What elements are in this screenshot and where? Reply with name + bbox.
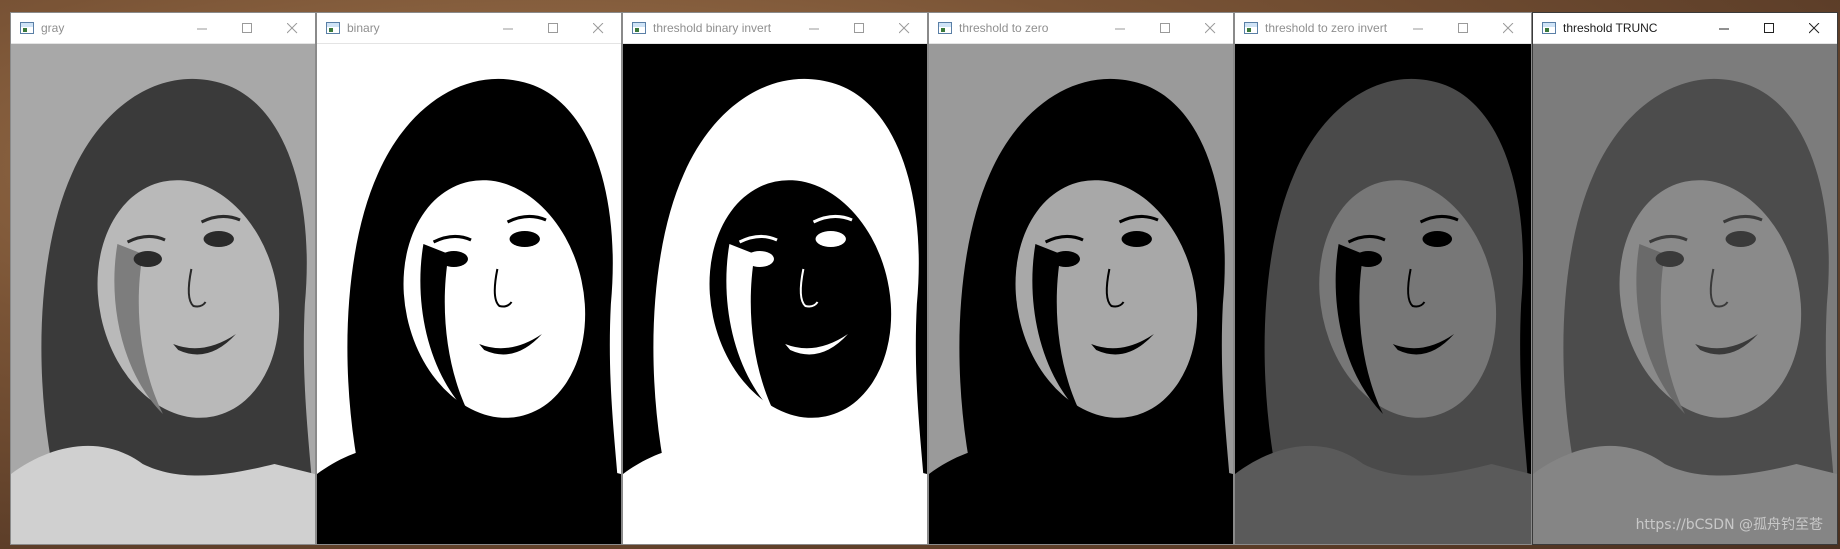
image-display: [1533, 44, 1837, 544]
left-eye: [1354, 251, 1383, 267]
app-icon: [1542, 22, 1556, 34]
right-eye: [509, 231, 540, 247]
image-display: [929, 44, 1233, 544]
desktop: gray binary threshold binary invert thre…: [0, 0, 1840, 549]
maximize-icon[interactable]: [1441, 13, 1486, 44]
app-icon: [938, 22, 952, 34]
window-trunc[interactable]: threshold TRUNC https://bCSDN @孤舟钓至苍: [1532, 12, 1838, 545]
minimize-icon[interactable]: [1702, 13, 1747, 44]
right-eye: [1422, 231, 1453, 247]
title-bar[interactable]: threshold binary invert: [623, 13, 927, 44]
close-icon[interactable]: [576, 13, 621, 44]
right-eye: [1121, 231, 1152, 247]
window-title: threshold binary invert: [653, 21, 772, 35]
minimize-icon[interactable]: [792, 13, 837, 44]
maximize-icon[interactable]: [1143, 13, 1188, 44]
portrait-image: [623, 44, 927, 544]
left-eye: [1655, 251, 1684, 267]
title-bar[interactable]: gray: [11, 13, 315, 44]
close-icon[interactable]: [1486, 13, 1531, 44]
window-title: gray: [41, 21, 65, 35]
window-title: binary: [347, 21, 380, 35]
image-display: [623, 44, 927, 544]
title-bar[interactable]: binary: [317, 13, 621, 44]
image-display: [317, 44, 621, 544]
app-icon: [326, 22, 340, 34]
left-eye: [1051, 251, 1080, 267]
maximize-icon[interactable]: [1747, 13, 1792, 44]
portrait-image: [317, 44, 621, 544]
portrait-image: [11, 44, 315, 544]
minimize-icon[interactable]: [486, 13, 531, 44]
image-display: [11, 44, 315, 544]
right-eye: [203, 231, 234, 247]
left-eye: [439, 251, 468, 267]
title-bar[interactable]: threshold to zero invert: [1235, 13, 1531, 44]
portrait-image: [1235, 44, 1531, 544]
left-eye: [133, 251, 162, 267]
window-to-zero[interactable]: threshold to zero: [928, 12, 1234, 545]
title-bar[interactable]: threshold TRUNC: [1533, 13, 1837, 44]
maximize-icon[interactable]: [837, 13, 882, 44]
window-binary[interactable]: binary: [316, 12, 622, 545]
close-icon[interactable]: [270, 13, 315, 44]
close-icon[interactable]: [882, 13, 927, 44]
close-icon[interactable]: [1792, 13, 1837, 44]
portrait-image: [929, 44, 1233, 544]
minimize-icon[interactable]: [1396, 13, 1441, 44]
app-icon: [1244, 22, 1258, 34]
right-eye: [815, 231, 846, 247]
maximize-icon[interactable]: [225, 13, 270, 44]
window-title: threshold TRUNC: [1563, 21, 1658, 35]
minimize-icon[interactable]: [180, 13, 225, 44]
window-title: threshold to zero: [959, 21, 1049, 35]
close-icon[interactable]: [1188, 13, 1233, 44]
watermark-text: https://bCSDN @孤舟钓至苍: [1635, 517, 1823, 533]
window-binary-invert[interactable]: threshold binary invert: [622, 12, 928, 545]
left-eye: [745, 251, 774, 267]
app-icon: [20, 22, 34, 34]
portrait-image: [1533, 44, 1837, 544]
minimize-icon[interactable]: [1098, 13, 1143, 44]
app-icon: [632, 22, 646, 34]
image-display: [1235, 44, 1531, 544]
window-gray[interactable]: gray: [10, 12, 316, 545]
window-to-zero-invert[interactable]: threshold to zero invert: [1234, 12, 1532, 545]
maximize-icon[interactable]: [531, 13, 576, 44]
title-bar[interactable]: threshold to zero: [929, 13, 1233, 44]
window-title: threshold to zero invert: [1265, 21, 1388, 35]
right-eye: [1725, 231, 1756, 247]
